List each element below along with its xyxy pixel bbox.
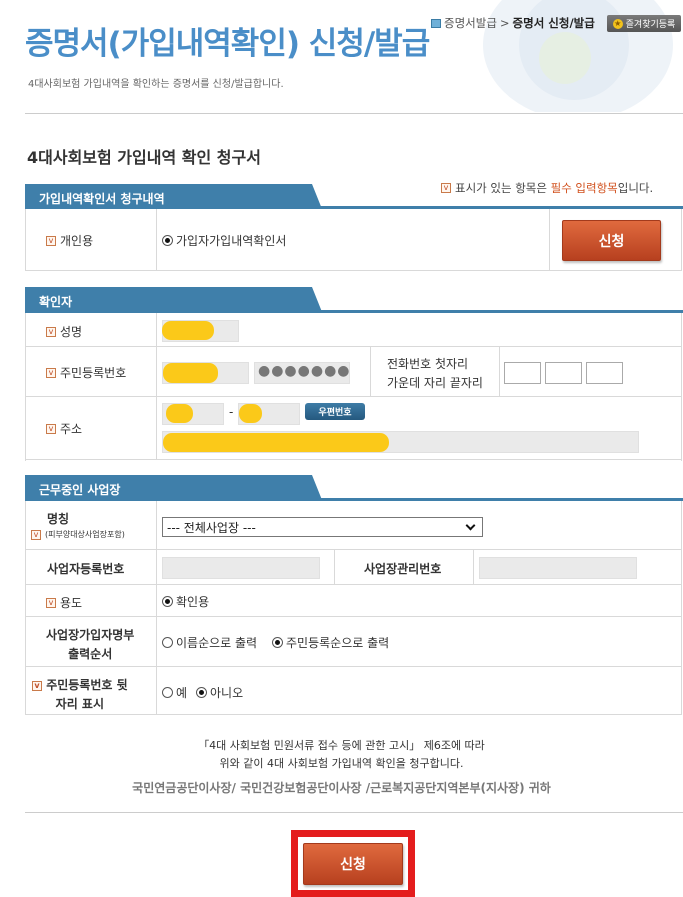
- phone-label: 전화번호 첫자리 가운데 자리 끝자리: [387, 357, 483, 390]
- recipient-organizations: 국민연금공단이사장/ 국민건강보험공단이사장 /근로복지공단지역본부(지사장) …: [132, 781, 551, 795]
- usage-label: v 용도: [46, 594, 82, 611]
- breadcrumb-item-current: 증명서 신청/발급: [512, 16, 595, 30]
- personal-use-label: v 개인용: [46, 232, 93, 249]
- required-icon: v: [46, 235, 56, 246]
- name-label: v 성명: [46, 323, 82, 340]
- notice-line-1: 「4대 사회보험 민원서류 접수 등에 관한 고시」 제6조에 따라: [198, 739, 485, 752]
- bookmark-label: 즐겨찾기등록: [625, 20, 676, 30]
- redaction-mask: [239, 404, 262, 423]
- form-title: 4대사회보험 가입내역 확인 청구서: [27, 148, 261, 167]
- biz-reg-label: 사업자등록번호: [47, 562, 125, 576]
- page-title: 증명서(가입내역확인) 신청/발급: [25, 26, 430, 62]
- zip-search-button[interactable]: 우편번호: [305, 403, 365, 420]
- order-option-rrn[interactable]: 주민등록순으로 출력: [272, 634, 389, 651]
- usage-row: [25, 585, 682, 617]
- zip-dash: -: [229, 405, 234, 419]
- radio-selected[interactable]: [162, 596, 173, 607]
- highlight-box: [291, 830, 415, 897]
- required-icon: v: [46, 423, 56, 434]
- star-icon: ★: [612, 18, 623, 29]
- radio-selected[interactable]: [162, 235, 173, 246]
- rrn-masked-text: ●●●●●●●: [258, 363, 351, 379]
- address-label: v 주소: [46, 420, 82, 437]
- redaction-mask: [163, 433, 389, 452]
- biz-reg-field: [162, 557, 320, 579]
- workplace-name-label: 명칭: [47, 512, 70, 526]
- rrn-display-label: v 주민등록번호 뒷 자리 표시: [32, 676, 128, 712]
- phone-first-field[interactable]: [504, 362, 541, 384]
- usage-option[interactable]: 확인용: [162, 593, 209, 610]
- workplace-select[interactable]: --- 전체사업장 ---: [162, 517, 483, 537]
- breadcrumb: 증명서발급 > 증명서 신청/발급: [431, 15, 595, 31]
- order-option-name[interactable]: 이름순으로 출력: [162, 634, 257, 651]
- radio-unselected[interactable]: [162, 637, 173, 648]
- certificate-type-option[interactable]: 가입자가입내역확인서: [162, 232, 286, 249]
- tab-verifier: 확인자: [25, 287, 322, 312]
- radio-selected[interactable]: [196, 687, 207, 698]
- footer-divider: [25, 812, 683, 813]
- required-icon: v: [441, 183, 451, 193]
- apply-button-top[interactable]: 신청: [562, 220, 661, 261]
- redaction-mask: [162, 321, 214, 340]
- print-order-label: 사업장가입자명부 출력순서: [46, 628, 135, 661]
- biz-mgmt-field: [479, 557, 637, 579]
- header-divider: [25, 113, 683, 114]
- page-subtitle: 4대사회보험 가입내역을 확인하는 증명서를 신청/발급합니다.: [28, 79, 284, 90]
- required-icon: v: [31, 529, 41, 540]
- workplace-name-sublabel: v (피부양대상사업장포함): [31, 529, 125, 540]
- redaction-mask: [166, 404, 193, 423]
- phone-last-field[interactable]: [586, 362, 623, 384]
- rrn-display-yes[interactable]: 예: [162, 684, 187, 701]
- bookmark-button[interactable]: ★ 즐겨찾기등록: [607, 15, 681, 32]
- biz-mgmt-label: 사업장관리번호: [364, 562, 442, 576]
- radio-selected[interactable]: [272, 637, 283, 648]
- tab-workplace: 근무중인 사업장: [25, 475, 322, 500]
- redaction-mask: [163, 363, 218, 383]
- radio-unselected[interactable]: [162, 687, 173, 698]
- name-row: [25, 313, 682, 347]
- required-note: v 표시가 있는 항목은 필수 입력항목입니다.: [441, 180, 653, 196]
- rrn-label: v 주민등록번호: [46, 364, 126, 381]
- chevron-down-icon: [465, 520, 476, 530]
- breadcrumb-separator: >: [499, 16, 510, 30]
- home-icon[interactable]: [431, 18, 441, 28]
- required-icon: v: [46, 597, 56, 608]
- required-icon: v: [46, 367, 56, 378]
- breadcrumb-item-certificate[interactable]: 증명서발급: [444, 15, 497, 31]
- required-icon: v: [46, 326, 56, 337]
- phone-middle-field[interactable]: [545, 362, 582, 384]
- rrn-display-no[interactable]: 아니오: [196, 684, 243, 701]
- notice-line-2: 위와 같이 4대 사회보험 가입내역 확인을 청구합니다.: [219, 757, 464, 770]
- required-icon: v: [32, 680, 42, 691]
